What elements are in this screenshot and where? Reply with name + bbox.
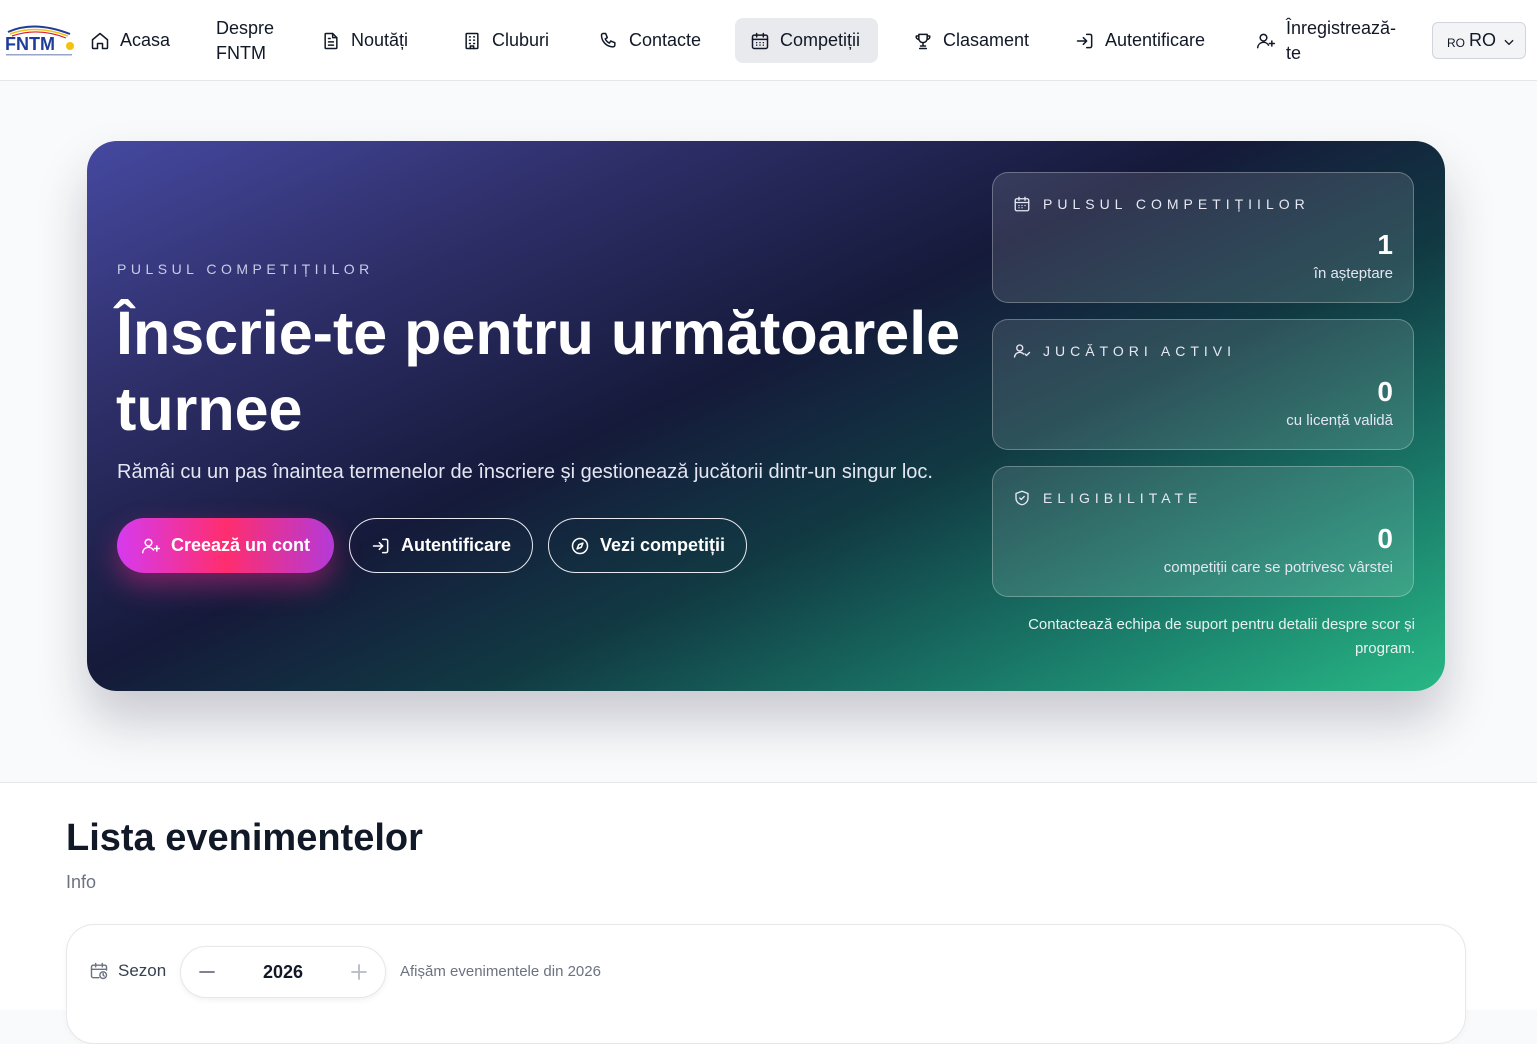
nav-item-contacte[interactable]: Contacte	[599, 0, 701, 81]
nav-label-line1: Despre	[216, 17, 275, 38]
nav-label-line1: Înregistrează-	[1286, 17, 1397, 38]
compass-icon	[571, 537, 589, 554]
chevron-down-icon	[1504, 39, 1514, 46]
trophy-icon	[915, 33, 931, 49]
stat-label: ELIGIBILITATE	[1043, 490, 1203, 506]
stat-caption: competiții care se potrivesc vârstei	[1163, 559, 1393, 576]
login-icon	[372, 538, 389, 553]
season-label: Sezon	[118, 961, 167, 980]
season-stepper: 2026	[180, 946, 386, 998]
login-button[interactable]: Autentificare	[349, 518, 533, 573]
nav-item-inregistreaza[interactable]: Înregistrează- te	[1256, 0, 1396, 81]
events-info: Info	[66, 872, 97, 892]
stat-card-eligibility: ELIGIBILITATE 0 competiții care se potri…	[992, 466, 1414, 597]
nav-item-clasament[interactable]: Clasament	[913, 0, 1029, 81]
stat-label: PULSUL COMPETIȚIILOR	[1043, 196, 1310, 212]
nav-label-line2: FNTM	[216, 42, 266, 63]
nav-item-despre[interactable]: Despre FNTM	[216, 0, 274, 81]
nav-label: Autentificare	[1105, 30, 1206, 50]
stat-value: 1	[1377, 229, 1393, 260]
fntm-logo[interactable]: FNTM	[4, 22, 76, 62]
button-label: Autentificare	[400, 535, 512, 555]
season-note: Afișăm evenimentele din 2026	[400, 963, 601, 980]
language-code-small: RO	[1447, 35, 1465, 50]
events-section: Lista evenimentelor Info Sezon 2026 Afiș…	[0, 782, 1537, 1044]
user-plus-icon	[141, 538, 161, 553]
user-plus-icon	[1256, 33, 1276, 48]
nav-label: Noutăți	[351, 30, 409, 50]
calendar-clock-icon	[90, 962, 108, 980]
button-label: Creează un cont	[170, 535, 311, 555]
stat-value: 0	[1377, 376, 1393, 407]
stat-value: 0	[1377, 523, 1393, 554]
season-increment-button[interactable]	[347, 960, 371, 984]
nav-label: Clasament	[943, 30, 1030, 50]
shield-check-icon	[1015, 490, 1029, 506]
document-icon	[324, 32, 338, 49]
login-icon	[1076, 33, 1093, 48]
calendar-icon	[1014, 196, 1030, 212]
home-icon	[91, 32, 109, 49]
building-icon	[465, 32, 479, 49]
events-title: Lista evenimentelor	[66, 817, 423, 859]
nav-item-competitii[interactable]: Competiții	[750, 0, 860, 81]
nav-label: Cluburi	[492, 30, 550, 50]
hero-banner: PULSUL COMPETIȚIILOR Înscrie-te pentru u…	[87, 141, 1445, 691]
nav-label: Competiții	[780, 30, 861, 50]
hero-description: Rămâi cu un pas înaintea termenelor de î…	[117, 461, 933, 483]
support-note: Contactează echipa de suport pentru deta…	[1028, 616, 1415, 657]
view-competitions-button[interactable]: Vezi competiții	[548, 518, 747, 573]
nav-item-cluburi[interactable]: Cluburi	[462, 0, 549, 81]
language-select[interactable]: RO RO	[1432, 22, 1526, 59]
language-code: RO	[1469, 30, 1496, 50]
top-navbar: FNTM Acasa Despre FNTM Noutăți Cluburi C…	[0, 0, 1537, 81]
stat-label: JUCĂTORI ACTIVI	[1043, 343, 1236, 359]
nav-item-noutati[interactable]: Noutăți	[321, 0, 408, 81]
nav-item-autentificare[interactable]: Autentificare	[1075, 0, 1205, 81]
stat-card-competitions: PULSUL COMPETIȚIILOR 1 în așteptare	[992, 172, 1414, 303]
phone-icon	[600, 32, 616, 48]
season-filter-card: Sezon 2026 Afișăm evenimentele din 2026	[66, 924, 1466, 1044]
nav-label: Acasa	[120, 30, 171, 50]
hero-title: Înscrie-te pentru următoarele turnee	[116, 299, 961, 443]
nav-label-line2: te	[1286, 42, 1302, 63]
hero-eyebrow: PULSUL COMPETIȚIILOR	[117, 261, 374, 277]
plus-icon	[351, 964, 367, 980]
create-account-button[interactable]: Creează un cont	[117, 518, 334, 573]
button-label: Vezi competiții	[599, 535, 726, 555]
calendar-icon	[751, 32, 769, 49]
nav-label: Contacte	[629, 30, 702, 50]
nav-item-acasa[interactable]: Acasa	[90, 0, 170, 81]
svg-text:FNTM: FNTM	[5, 34, 55, 54]
stat-caption: cu licență validă	[1286, 412, 1393, 429]
stat-card-active-players: JUCĂTORI ACTIVI 0 cu licență validă	[992, 319, 1414, 450]
user-check-icon	[1013, 344, 1031, 358]
stat-caption: în așteptare	[1313, 265, 1393, 282]
